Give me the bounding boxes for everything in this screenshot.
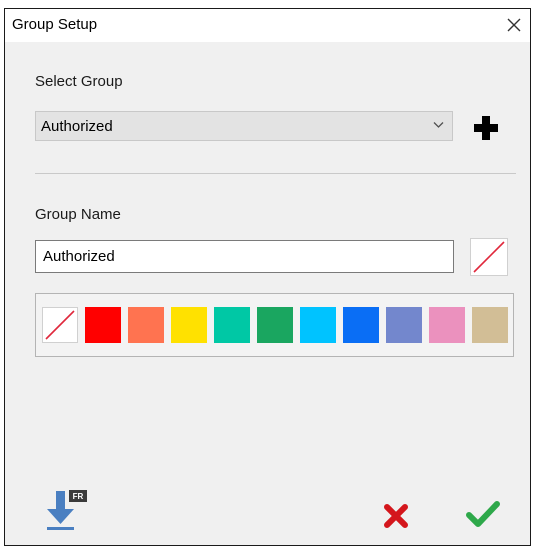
confirm-button[interactable] bbox=[465, 499, 501, 529]
color-swatch-sky-blue[interactable] bbox=[300, 307, 336, 343]
color-palette bbox=[35, 293, 514, 357]
color-swatch-salmon[interactable] bbox=[128, 307, 164, 343]
close-icon bbox=[507, 18, 521, 32]
color-swatch-pink[interactable] bbox=[429, 307, 465, 343]
color-swatch-yellow[interactable] bbox=[171, 307, 207, 343]
close-button[interactable] bbox=[498, 9, 530, 41]
color-swatch-green[interactable] bbox=[257, 307, 293, 343]
add-group-button[interactable] bbox=[471, 113, 501, 143]
group-select-value: Authorized bbox=[41, 118, 113, 135]
chevron-down-icon bbox=[433, 122, 444, 128]
dialog-title: Group Setup bbox=[12, 16, 98, 33]
group-name-label: Group Name bbox=[35, 206, 121, 223]
no-color-icon bbox=[473, 241, 505, 273]
color-swatch-slate-blue[interactable] bbox=[386, 307, 422, 343]
color-swatch-tan[interactable] bbox=[472, 307, 508, 343]
download-icon: FR bbox=[47, 490, 87, 530]
import-badge-label: FR bbox=[73, 492, 84, 501]
color-swatch-red[interactable] bbox=[85, 307, 121, 343]
cancel-icon bbox=[384, 504, 408, 528]
group-setup-dialog: Group Setup Select Group Authorized Grou… bbox=[4, 8, 531, 546]
group-name-input[interactable] bbox=[35, 240, 454, 273]
plus-icon bbox=[474, 116, 498, 140]
checkmark-icon bbox=[466, 501, 500, 527]
section-divider bbox=[35, 173, 516, 174]
color-swatch-teal[interactable] bbox=[214, 307, 250, 343]
group-select[interactable]: Authorized bbox=[35, 111, 453, 141]
selected-color-preview[interactable] bbox=[470, 238, 508, 276]
color-swatch-no-color[interactable] bbox=[42, 307, 78, 343]
color-swatch-blue[interactable] bbox=[343, 307, 379, 343]
select-group-label: Select Group bbox=[35, 73, 123, 90]
no-color-icon bbox=[45, 310, 75, 340]
import-button[interactable]: FR bbox=[43, 489, 89, 533]
cancel-button[interactable] bbox=[381, 501, 411, 531]
title-bar: Group Setup bbox=[5, 9, 530, 42]
